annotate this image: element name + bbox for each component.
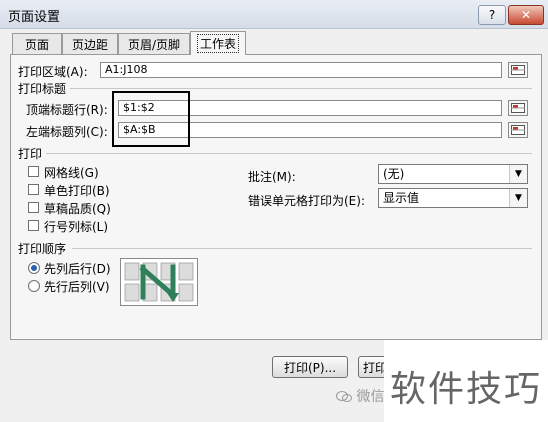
- window-title: 页面设置: [8, 10, 61, 25]
- range-select-icon: [511, 65, 525, 75]
- tab-sheet[interactable]: 工作表: [190, 31, 246, 55]
- row-col-headings-checkbox[interactable]: [28, 220, 39, 231]
- tab-page[interactable]: 页面: [12, 33, 62, 54]
- draft-quality-checkbox[interactable]: [28, 202, 39, 213]
- comments-select[interactable]: (无) ▼: [378, 164, 528, 184]
- tab-label: 页眉/页脚: [127, 37, 181, 52]
- top-rows-label: 顶端标题行(R):: [26, 103, 108, 117]
- print-heading: 打印: [18, 147, 43, 161]
- wechat-watermark: 微信: [336, 386, 384, 406]
- help-button[interactable]: ?: [478, 5, 506, 25]
- print-area-label: 打印区域(A):: [18, 65, 88, 79]
- wechat-label: 微信: [356, 389, 385, 405]
- tab-label: 工作表: [196, 34, 239, 53]
- range-select-icon: [511, 103, 525, 113]
- top-rows-picker[interactable]: [508, 100, 528, 116]
- range-select-icon: [511, 125, 525, 135]
- print-button[interactable]: 打印(P)...: [272, 356, 348, 378]
- wechat-logo-icon: [336, 391, 352, 402]
- divider: [70, 88, 532, 89]
- left-cols-label: 左端标题列(C):: [26, 125, 108, 139]
- gridlines-label: 网格线(G): [44, 166, 99, 180]
- tab-label: 页面: [24, 37, 49, 52]
- left-cols-picker[interactable]: [508, 122, 528, 138]
- title-bar: 页面设置 ? ✕: [0, 0, 548, 29]
- chevron-down-icon: ▼: [509, 189, 527, 207]
- tab-label: 页边距: [71, 37, 108, 52]
- over-then-down-radio[interactable]: [28, 280, 40, 292]
- print-area-input[interactable]: A1:J108: [100, 62, 502, 78]
- draft-quality-label: 草稿品质(Q): [44, 202, 111, 216]
- errors-value: 显示值: [383, 191, 420, 205]
- divider: [72, 248, 532, 249]
- tab-margins[interactable]: 页边距: [62, 33, 118, 54]
- page-order-heading: 打印顺序: [18, 242, 67, 256]
- down-then-over-radio[interactable]: [28, 262, 40, 274]
- errors-label: 错误单元格打印为(E):: [248, 194, 365, 208]
- black-white-label: 单色打印(B): [44, 184, 110, 198]
- black-white-checkbox[interactable]: [28, 184, 39, 195]
- brand-watermark: 软件技巧: [390, 369, 543, 410]
- divider: [46, 153, 532, 154]
- highlight-box: [112, 91, 190, 147]
- comments-value: (无): [383, 167, 405, 181]
- down-then-over-label: 先列后行(D): [44, 262, 111, 276]
- errors-select[interactable]: 显示值 ▼: [378, 188, 528, 208]
- chevron-down-icon: ▼: [509, 165, 527, 183]
- print-area-picker[interactable]: [508, 62, 528, 78]
- page-order-preview: [120, 258, 198, 306]
- close-button[interactable]: ✕: [508, 5, 544, 25]
- print-button-label: 打印(P)...: [283, 360, 337, 375]
- page-order-diagram-icon: [124, 262, 194, 302]
- row-col-headings-label: 行号列标(L): [44, 220, 109, 234]
- radio-dot: [31, 265, 37, 271]
- comments-label: 批注(M):: [248, 170, 296, 184]
- gridlines-checkbox[interactable]: [28, 166, 39, 177]
- tab-header-footer[interactable]: 页眉/页脚: [118, 33, 190, 54]
- over-then-down-label: 先行后列(V): [44, 280, 110, 294]
- close-icon: ✕: [520, 8, 532, 22]
- print-titles-heading: 打印标题: [18, 82, 67, 96]
- help-icon: ?: [488, 8, 496, 22]
